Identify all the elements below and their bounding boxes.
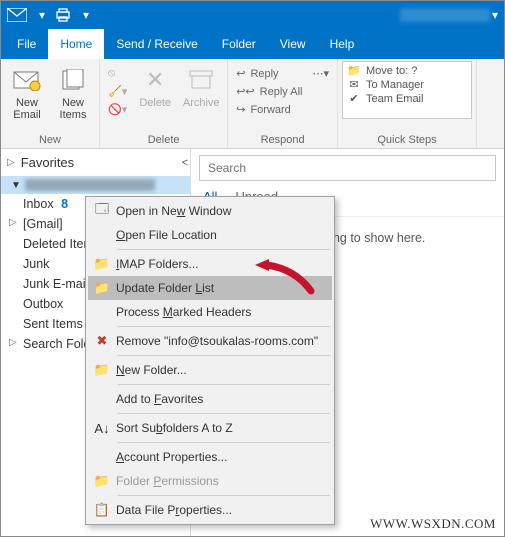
reply-all-icon: ↩↩: [236, 85, 254, 98]
delete-button[interactable]: ✕ Delete: [133, 61, 177, 109]
archive-icon: [186, 65, 216, 95]
print-dropdown-icon[interactable]: ▾: [83, 8, 89, 22]
chevron-down-icon: ▼: [11, 180, 21, 191]
chevron-right-icon: ▷: [9, 217, 17, 228]
menu-data-file-properties[interactable]: 📋Data File Properties...: [88, 498, 332, 522]
menu-bar: File Home Send / Receive Folder View Hel…: [1, 29, 504, 59]
quick-steps-box[interactable]: 📁Move to: ? ✉To Manager ✔Team Email: [342, 61, 472, 119]
ribbon: NewEmail NewItems New ⦸ 🧹▾ 🚫▾ ✕ Delete: [1, 59, 504, 149]
account-dropdown-icon[interactable]: ▾: [492, 8, 498, 22]
tab-folder[interactable]: Folder: [210, 29, 268, 59]
reply-icon: ↩: [236, 67, 245, 80]
title-bar: ▾ ▾ ▾: [1, 1, 504, 29]
account-name-blurred: [25, 179, 155, 191]
cleanup-button[interactable]: 🧹▾: [104, 83, 131, 100]
sort-icon: A↓: [88, 421, 116, 436]
junk-button[interactable]: 🚫▾: [104, 101, 131, 118]
forward-icon: ↪: [236, 103, 245, 116]
delete-icon: ✕: [140, 65, 170, 95]
folder-icon: 📁: [88, 473, 116, 489]
folder-icon: 📁: [88, 256, 116, 272]
menu-imap-folders[interactable]: 📁IMAP Folders...: [88, 252, 332, 276]
reply-button[interactable]: ↩ Reply: [232, 65, 306, 82]
remove-icon: ✖: [88, 333, 116, 349]
menu-account-properties[interactable]: Account Properties...: [88, 445, 332, 469]
favorites-header[interactable]: ▷ Favorites <: [1, 153, 190, 172]
menu-add-to-favorites[interactable]: Add to Favorites: [88, 387, 332, 411]
reply-label: Reply: [250, 68, 278, 80]
more-respond-button[interactable]: ⋯▾: [308, 65, 333, 82]
ribbon-group-delete-label: Delete: [104, 134, 223, 148]
collapse-icon[interactable]: <: [182, 157, 188, 169]
properties-icon: 📋: [88, 502, 116, 518]
archive-button[interactable]: Archive: [179, 61, 223, 109]
qat-dropdown-icon[interactable]: ▾: [39, 8, 45, 22]
menu-folder-permissions: 📁Folder Permissions: [88, 469, 332, 493]
folder-icon: 📁: [88, 362, 116, 378]
account-root-item[interactable]: ▼: [1, 176, 190, 194]
forward-button[interactable]: ↪ Forward: [232, 101, 306, 118]
mail-icon[interactable]: [7, 8, 27, 22]
forward-label: Forward: [250, 104, 290, 116]
check-icon: ✔: [347, 92, 361, 105]
favorites-label: Favorites: [21, 155, 74, 170]
inbox-count: 8: [61, 197, 68, 211]
gmail-label: [Gmail]: [23, 217, 63, 231]
reply-all-label: Reply All: [260, 86, 303, 98]
qs-team-email[interactable]: ✔Team Email: [347, 92, 467, 105]
folder-icon: 📁: [88, 280, 116, 296]
watermark: WWW.WSXDN.COM: [370, 516, 496, 532]
ribbon-group-quicksteps-label: Quick Steps: [342, 134, 472, 148]
ribbon-group-new-label: New: [5, 134, 95, 148]
window-icon: 🗔: [88, 200, 116, 222]
tab-help[interactable]: Help: [318, 29, 367, 59]
ribbon-group-new: NewEmail NewItems New: [1, 59, 100, 148]
account-name-blurred: [400, 8, 490, 22]
search-input[interactable]: [199, 155, 496, 181]
tab-send-receive[interactable]: Send / Receive: [104, 29, 209, 59]
tab-view[interactable]: View: [268, 29, 318, 59]
menu-remove-account[interactable]: ✖Remove "info@tsoukalas-rooms.com": [88, 329, 332, 353]
ribbon-group-quick-steps: 📁Move to: ? ✉To Manager ✔Team Email Quic…: [338, 59, 477, 148]
inbox-label: Inbox: [23, 197, 54, 211]
folder-icon: 📁: [347, 64, 361, 77]
menu-open-new-window[interactable]: 🗔Open in New Window: [88, 199, 332, 223]
tab-home[interactable]: Home: [48, 29, 104, 59]
qs-move-to[interactable]: 📁Move to: ?: [347, 64, 467, 77]
context-menu: 🗔Open in New Window Open File Location 📁…: [85, 196, 335, 525]
qs-to-manager[interactable]: ✉To Manager: [347, 78, 467, 91]
ribbon-group-respond-label: Respond: [232, 134, 333, 148]
new-email-button[interactable]: NewEmail: [5, 61, 49, 121]
new-items-label: NewItems: [60, 97, 87, 121]
menu-sort-subfolders[interactable]: A↓Sort Subfolders A to Z: [88, 416, 332, 440]
ribbon-group-delete: ⦸ 🧹▾ 🚫▾ ✕ Delete Archive Delete: [100, 59, 228, 148]
new-email-label: NewEmail: [13, 97, 41, 121]
new-items-icon: [58, 65, 88, 95]
menu-new-folder[interactable]: 📁New Folder...: [88, 358, 332, 382]
reply-all-button[interactable]: ↩↩ Reply All: [232, 83, 306, 100]
chevron-right-icon: ▷: [7, 157, 15, 168]
mail-icon: ✉: [347, 78, 361, 91]
menu-process-marked-headers[interactable]: Process Marked Headers: [88, 300, 332, 324]
tab-file[interactable]: File: [5, 29, 48, 59]
ignore-button[interactable]: ⦸: [104, 65, 131, 82]
new-items-button[interactable]: NewItems: [51, 61, 95, 121]
archive-label: Archive: [183, 97, 220, 109]
quick-access-toolbar: ▾ ▾: [7, 8, 89, 22]
ribbon-group-respond: ↩ Reply ↩↩ Reply All ↪ Forward ⋯▾ Respond: [228, 59, 338, 148]
delete-label: Delete: [139, 97, 171, 109]
more-icon: ⋯▾: [312, 67, 329, 80]
menu-update-folder-list[interactable]: 📁Update Folder List: [88, 276, 332, 300]
new-email-icon: [12, 65, 42, 95]
printer-icon[interactable]: [55, 8, 71, 22]
menu-open-file-location[interactable]: Open File Location: [88, 223, 332, 247]
chevron-right-icon: ▷: [9, 337, 17, 348]
